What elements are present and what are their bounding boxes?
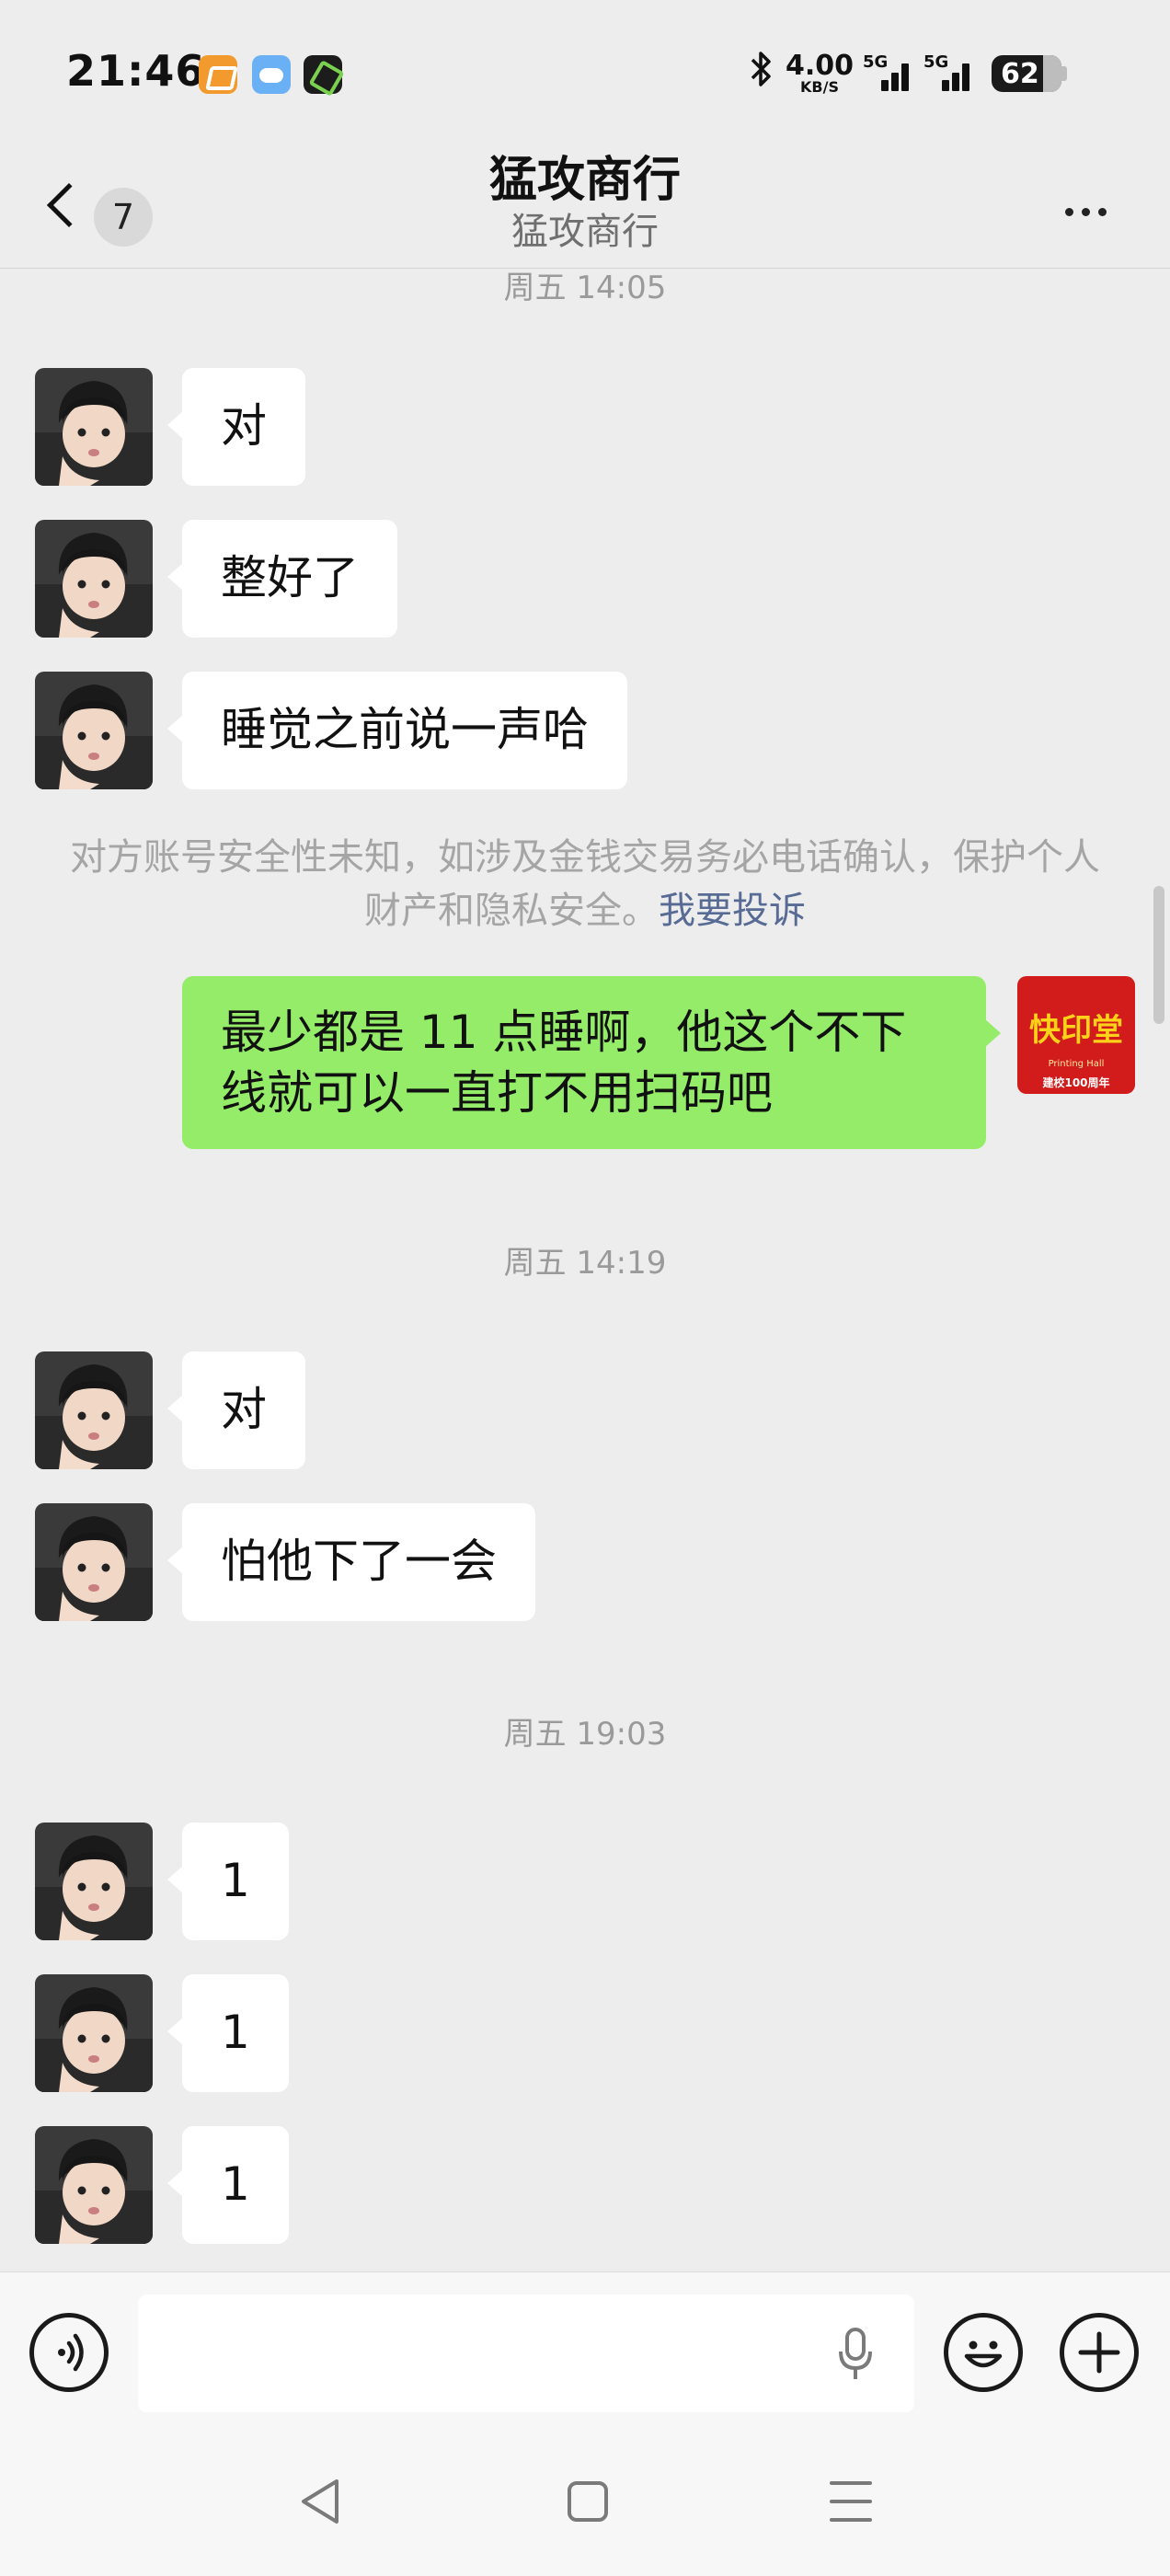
network-speed: 4.00 KB/S: [786, 52, 854, 95]
square-home-icon: [568, 2481, 608, 2522]
message-row-incoming: 1: [0, 2126, 1170, 2244]
signal-label-1: 5G: [863, 52, 889, 72]
my-avatar-text: 快印堂: [1029, 1012, 1123, 1049]
status-time: 21:46: [66, 46, 206, 96]
more-dot-icon: [1097, 207, 1107, 216]
contact-avatar[interactable]: [35, 1503, 153, 1621]
more-functions-button[interactable]: [1060, 2313, 1139, 2392]
chat-screen: 21:46 4.00 KB/S 5G 5G 62 猛攻商行 猛攻商行 7 周五 …: [0, 0, 1170, 2576]
my-avatar-small2: 建校100周年: [1041, 1075, 1109, 1089]
more-dot-icon: [1081, 207, 1090, 216]
app-notification-icon: [199, 55, 237, 94]
message-row-incoming: 对: [0, 1351, 1170, 1469]
message-row-incoming: 睡觉之前说一声哈: [0, 672, 1170, 789]
timestamp: 周五 14:19: [503, 1245, 667, 1282]
more-options-button[interactable]: [1049, 184, 1122, 239]
chat-subtitle: 猛攻商行: [511, 211, 659, 253]
signal-icon-1: 5G: [863, 52, 914, 95]
incoming-bubble[interactable]: 睡觉之前说一声哈: [167, 672, 627, 789]
back-button[interactable]: 7: [37, 171, 166, 247]
contact-avatar[interactable]: [35, 2126, 153, 2244]
contact-avatar[interactable]: [35, 672, 153, 789]
signal-icon-2: 5G: [923, 52, 975, 95]
incoming-bubble[interactable]: 对: [167, 1351, 305, 1469]
incoming-bubble[interactable]: 1: [167, 1823, 289, 1940]
weather-icon: [252, 55, 291, 94]
incoming-bubble[interactable]: 整好了: [167, 520, 397, 638]
more-dot-icon: [1064, 207, 1073, 216]
incoming-bubble[interactable]: 怕他下了一会: [167, 1503, 535, 1621]
battery-level: 62: [1001, 58, 1039, 90]
incoming-bubble[interactable]: 1: [167, 2126, 289, 2244]
system-navigation-bar: [0, 2428, 1170, 2576]
signal-label-2: 5G: [923, 52, 949, 72]
network-speed-value: 4.00: [786, 50, 855, 82]
message-list[interactable]: 周五 14:05 对 整好了 睡觉之前说一声哈 对方账号安全性未知，如涉及金钱交…: [0, 270, 1170, 2271]
battery-nub: [1061, 66, 1068, 81]
nav-recents-button[interactable]: [809, 2465, 892, 2538]
chat-title: 猛攻商行: [488, 153, 681, 208]
contact-avatar[interactable]: [35, 1823, 153, 1940]
emoji-button[interactable]: [944, 2313, 1023, 2392]
network-speed-unit: KB/S: [800, 78, 839, 96]
nav-back-button[interactable]: [280, 2465, 362, 2538]
my-avatar[interactable]: 快印堂 Printing Hall 建校100周年: [1017, 976, 1135, 1094]
chat-header: 猛攻商行 猛攻商行 7: [0, 147, 1170, 269]
message-input[interactable]: [138, 2294, 914, 2412]
battery-icon: 62: [992, 55, 1062, 92]
message-row-incoming: 整好了: [0, 520, 1170, 638]
message-row-incoming: 怕他下了一会: [0, 1503, 1170, 1621]
nav-home-button[interactable]: [546, 2465, 629, 2538]
report-link[interactable]: 我要投诉: [659, 890, 806, 932]
incoming-bubble[interactable]: 1: [167, 1974, 289, 2092]
scrollbar[interactable]: [1153, 886, 1164, 1024]
input-bar: [0, 2271, 1170, 2428]
message-row-incoming: 1: [0, 1974, 1170, 2092]
contact-avatar[interactable]: [35, 368, 153, 486]
my-avatar-small1: Printing Hall: [1049, 1059, 1105, 1069]
microphone-icon[interactable]: [837, 2328, 874, 2383]
incoming-bubble[interactable]: 对: [167, 368, 305, 486]
unread-count-badge: 7: [94, 188, 153, 247]
chevron-left-icon: [46, 182, 92, 228]
bluetooth-icon: [747, 50, 776, 98]
status-bar: 21:46 4.00 KB/S 5G 5G 62: [0, 0, 1170, 147]
contact-avatar[interactable]: [35, 1351, 153, 1469]
voice-toggle-button[interactable]: [29, 2313, 109, 2392]
message-row-outgoing: 最少都是 11 点睡啊，他这个不下线就可以一直打不用扫码吧 快印堂 Printi…: [0, 976, 1170, 1151]
timestamp: 周五 19:03: [503, 1716, 667, 1753]
menu-lines-icon: [830, 2481, 872, 2522]
smile-icon: [964, 2340, 1003, 2368]
outgoing-bubble[interactable]: 最少都是 11 点睡啊，他这个不下线就可以一直打不用扫码吧: [182, 976, 1001, 1149]
message-row-incoming: 对: [0, 368, 1170, 486]
voice-icon: [58, 2333, 84, 2372]
plus-icon: [1078, 2331, 1120, 2374]
triangle-back-icon: [302, 2479, 338, 2524]
security-notice-text: 对方账号安全性未知，如涉及金钱交易务必电话确认，保护个人财产和隐私安全。: [70, 836, 1100, 932]
message-row-incoming: 1: [0, 1823, 1170, 1940]
system-icons: 4.00 KB/S 5G 5G 62: [747, 50, 1068, 98]
security-notice: 对方账号安全性未知，如涉及金钱交易务必电话确认，保护个人财产和隐私安全。我要投诉: [55, 831, 1115, 937]
contact-avatar[interactable]: [35, 520, 153, 638]
contact-avatar[interactable]: [35, 1974, 153, 2092]
security-app-icon: [304, 55, 342, 94]
timestamp: 周五 14:05: [503, 270, 667, 306]
